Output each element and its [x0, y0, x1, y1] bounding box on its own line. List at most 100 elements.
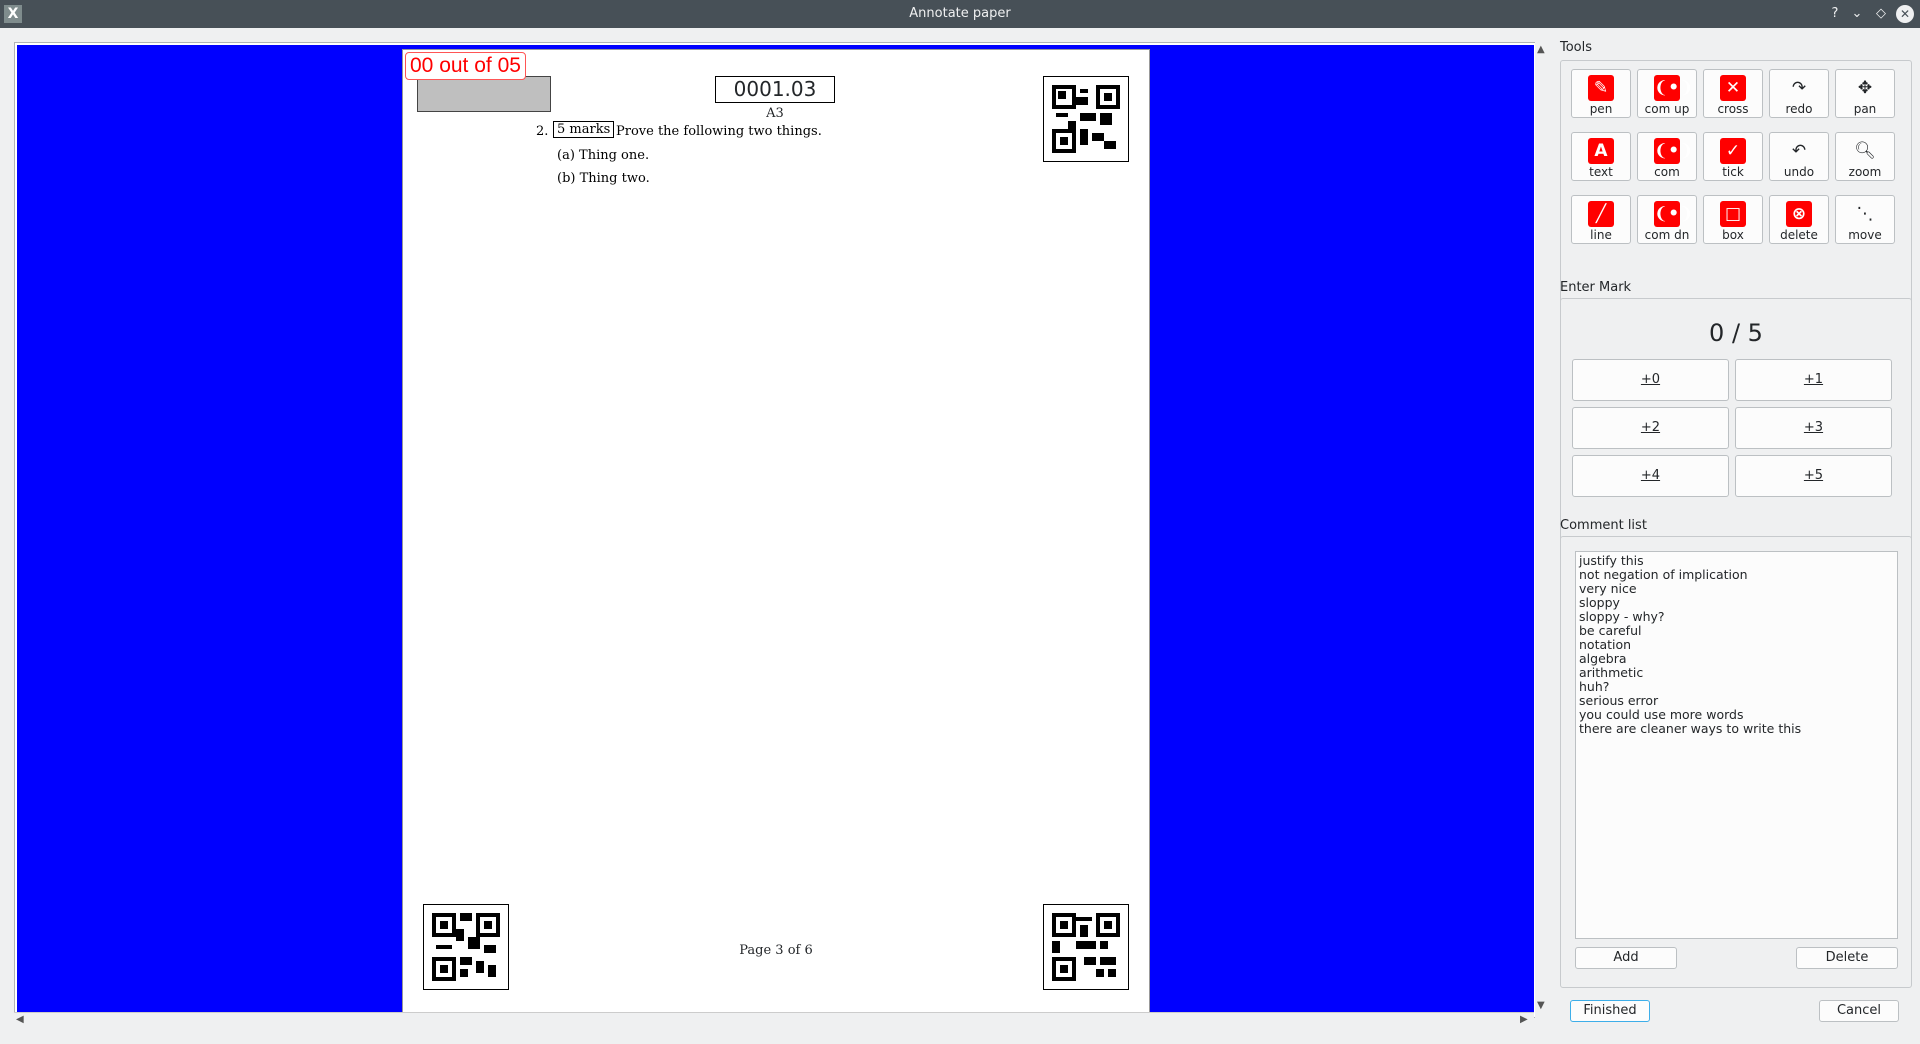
comment-item[interactable]: sloppy - why? [1579, 610, 1894, 624]
comment-item[interactable]: notation [1579, 638, 1894, 652]
redo-icon: ↷ [1791, 78, 1807, 98]
comment-list-label: Comment list [1560, 518, 1647, 533]
comment-item[interactable]: huh? [1579, 680, 1894, 694]
comment-item[interactable]: you could use more words [1579, 708, 1894, 722]
score-label[interactable]: 00 out of 05 [405, 52, 526, 80]
annotation-view[interactable]: 00 out of 05 0001.03 A3 2. 5 marks Prove… [14, 42, 1536, 1018]
tools-label: Tools [1560, 40, 1593, 55]
line-icon: ╱ [1588, 201, 1614, 227]
tool-pan-button[interactable]: ✥ pan [1835, 69, 1895, 118]
tool-label: zoom [1848, 165, 1882, 179]
comment-item[interactable]: be careful [1579, 624, 1894, 638]
comment-item[interactable]: not negation of implication [1579, 568, 1894, 582]
tool-pen-button[interactable]: ✎ pen [1571, 69, 1631, 118]
scroll-up-icon[interactable]: ▲ [1537, 44, 1545, 55]
horizontal-scrollbar[interactable]: ◀ ▶ [14, 1012, 1534, 1029]
name-redaction-box [417, 76, 551, 112]
comment-item[interactable]: justify this [1579, 554, 1894, 568]
tool-tick-button[interactable]: ✓ tick [1703, 132, 1763, 181]
comment-item[interactable]: there are cleaner ways to write this [1579, 722, 1894, 736]
tool-label: tick [1722, 165, 1744, 179]
tool-com-dn-button[interactable]: ❨•❩ com dn [1637, 195, 1697, 244]
move-icon: ⋱ [1856, 204, 1874, 224]
exam-page[interactable]: 00 out of 05 0001.03 A3 2. 5 marks Prove… [402, 49, 1150, 1013]
comment-item[interactable]: algebra [1579, 652, 1894, 666]
finished-button[interactable]: Finished [1570, 1000, 1650, 1022]
delete-icon: ⊗ [1786, 201, 1812, 227]
tool-com-button[interactable]: ❨•❩ com [1637, 132, 1697, 181]
add-comment-button[interactable]: Add [1575, 947, 1677, 969]
mark-plus-0-button[interactable]: +0 [1572, 359, 1729, 401]
enter-mark-group: 0 / 5 +0 +1 +2 +3 +4 +5 [1560, 298, 1912, 544]
window-titlebar: X Annotate paper ? ⌄ ◇ ✕ [0, 0, 1920, 28]
tool-label: text [1589, 165, 1613, 179]
comment-item[interactable]: arithmetic [1579, 666, 1894, 680]
test-id: 0001.03 [715, 76, 835, 103]
page-scene[interactable]: 00 out of 05 0001.03 A3 2. 5 marks Prove… [17, 45, 1534, 1013]
tool-label: cross [1717, 102, 1749, 116]
question-part-b: (b) Thing two. [557, 171, 650, 186]
box-icon: □ [1720, 201, 1746, 227]
tool-com-up-button[interactable]: ❨•❩ com up [1637, 69, 1697, 118]
tool-undo-button[interactable]: ↶ undo [1769, 132, 1829, 181]
pen-icon: ✎ [1588, 75, 1614, 101]
tool-label: delete [1780, 228, 1818, 242]
tick-icon: ✓ [1720, 138, 1746, 164]
mark-plus-5-button[interactable]: +5 [1735, 455, 1892, 497]
comment-list[interactable]: justify this not negation of implication v… [1575, 551, 1898, 939]
mark-plus-1-button[interactable]: +1 [1735, 359, 1892, 401]
tool-line-button[interactable]: ╱ line [1571, 195, 1631, 244]
scroll-down-icon[interactable]: ▼ [1537, 1000, 1545, 1011]
scroll-right-icon[interactable]: ▶ [1520, 1014, 1528, 1025]
tool-text-button[interactable]: Atext [1571, 132, 1631, 181]
help-icon[interactable]: ? [1826, 5, 1844, 23]
question-number: 2. [536, 124, 549, 139]
tool-label: pan [1853, 102, 1877, 116]
comment-item[interactable]: sloppy [1579, 596, 1894, 610]
tool-move-button[interactable]: ⋱ move [1835, 195, 1895, 244]
mark-plus-3-button[interactable]: +3 [1735, 407, 1892, 449]
minimize-icon[interactable]: ⌄ [1848, 5, 1866, 23]
question-text: Prove the following two things. [616, 124, 822, 139]
tool-label: pen [1589, 102, 1613, 116]
maximize-icon[interactable]: ◇ [1872, 5, 1890, 23]
qr-code-bottom-right [1043, 904, 1129, 990]
tool-label: box [1722, 228, 1744, 242]
mark-plus-4-button[interactable]: +4 [1572, 455, 1729, 497]
qr-code-top-right [1043, 76, 1129, 162]
tool-label: com [1654, 165, 1680, 179]
qr-code-bottom-left [423, 904, 509, 990]
tool-label: undo [1783, 165, 1815, 179]
mark-display: 0 / 5 [1709, 319, 1763, 347]
com-icon: ❨•❩ [1654, 138, 1693, 164]
tool-label: redo [1785, 102, 1813, 116]
delete-comment-button[interactable]: Delete [1796, 947, 1898, 969]
comment-item[interactable]: serious error [1579, 694, 1894, 708]
tool-delete-button[interactable]: ⊗ delete [1769, 195, 1829, 244]
scroll-left-icon[interactable]: ◀ [16, 1014, 24, 1025]
window-title: Annotate paper [909, 6, 1011, 21]
mark-plus-2-button[interactable]: +2 [1572, 407, 1729, 449]
close-icon[interactable]: ✕ [1896, 5, 1914, 23]
question-part-a: (a) Thing one. [557, 148, 650, 163]
tool-label: com up [1644, 102, 1690, 116]
comment-item[interactable]: very nice [1579, 582, 1894, 596]
tool-redo-button[interactable]: ↷ redo [1769, 69, 1829, 118]
tool-label: line [1590, 228, 1612, 242]
tools-group: ✎ pen ❨•❩ com up ✕ cross ↷ redo ✥ pan Atext ❨•❩ com ✓… [1560, 60, 1912, 304]
com-up-icon: ❨•❩ [1654, 75, 1693, 101]
page-footer: Page 3 of 6 [739, 943, 813, 958]
zoom-icon: 🔍︎ [1854, 141, 1876, 161]
tool-zoom-button[interactable]: 🔍︎ zoom [1835, 132, 1895, 181]
vertical-scrollbar[interactable]: ▲ ▼ [1535, 42, 1549, 1018]
tool-cross-button[interactable]: ✕ cross [1703, 69, 1763, 118]
enter-mark-label: Enter Mark [1560, 280, 1632, 295]
tool-box-button[interactable]: □ box [1703, 195, 1763, 244]
cancel-button[interactable]: Cancel [1819, 1000, 1899, 1022]
tool-label: move [1848, 228, 1882, 242]
tool-label: com dn [1644, 228, 1690, 242]
marks-box: 5 marks [553, 121, 615, 138]
pan-icon: ✥ [1857, 78, 1873, 98]
undo-icon: ↶ [1791, 141, 1807, 161]
com-dn-icon: ❨•❩ [1654, 201, 1693, 227]
